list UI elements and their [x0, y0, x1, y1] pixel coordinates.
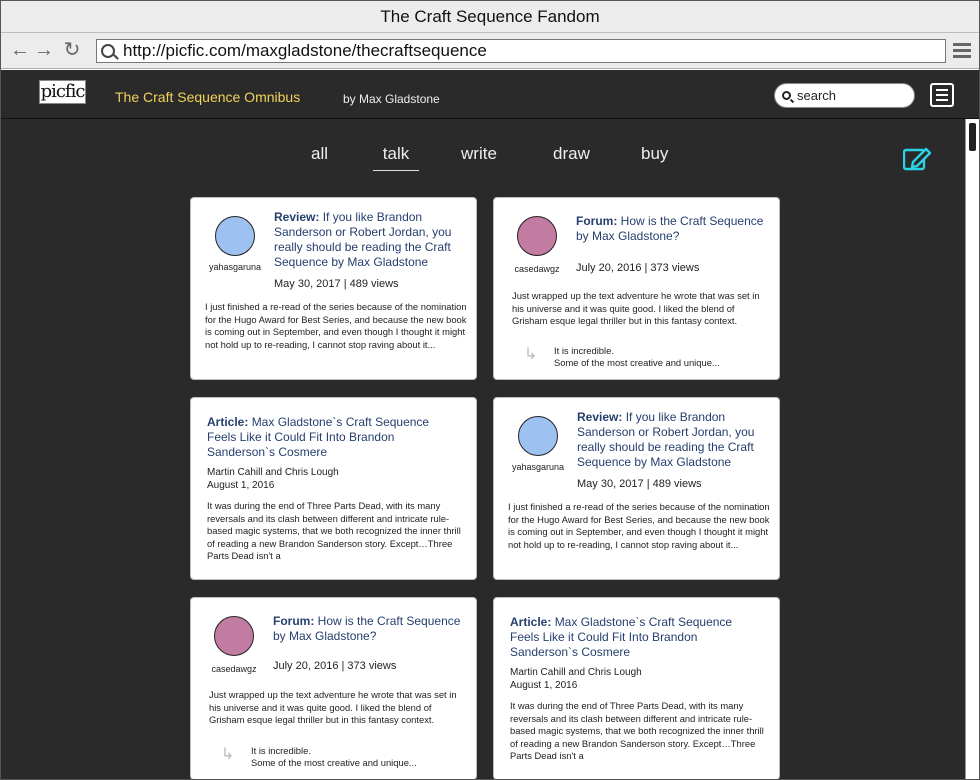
search-globe-icon: [101, 44, 115, 58]
tab-all[interactable]: all: [311, 144, 328, 164]
post-type-label: Forum:: [273, 614, 315, 628]
post-excerpt: It was during the end of Three Parts Dea…: [207, 500, 461, 562]
post-excerpt: I just finished a re-read of the series …: [205, 301, 467, 350]
avatar[interactable]: [517, 216, 557, 256]
article-authors: Martin Cahill and Chris Lough: [207, 467, 339, 478]
post-excerpt: It was during the end of Three Parts Dea…: [510, 700, 764, 762]
reply-line-1: It is incredible.: [251, 745, 311, 756]
username[interactable]: casedawgz: [199, 664, 269, 674]
post-title[interactable]: Review: If you like Brandon Sanderson or…: [577, 410, 773, 470]
post-meta: July 20, 2016 | 373 views: [576, 262, 700, 274]
avatar[interactable]: [215, 216, 255, 256]
back-arrow-icon[interactable]: ←: [9, 39, 31, 61]
post-type-label: Article:: [207, 415, 249, 429]
reply-arrow-icon: ↳: [221, 746, 235, 763]
username[interactable]: yahasgaruna: [503, 462, 573, 472]
book-author: by Max Gladstone: [343, 92, 440, 106]
tab-draw[interactable]: draw: [553, 144, 590, 164]
reply-line-2: Some of the most creative and unique...: [554, 357, 720, 369]
username[interactable]: yahasgaruna: [200, 262, 270, 272]
post-type-label: Review:: [274, 210, 320, 224]
post-meta: May 30, 2017 | 489 views: [274, 278, 399, 290]
page-scrollbar[interactable]: [965, 119, 979, 779]
post-title[interactable]: Article: Max Gladstone`s Craft Sequence …: [207, 415, 457, 460]
tab-bar: all talk write draw buy: [291, 144, 711, 176]
app-header: picfic The Craft Sequence Omnibus by Max…: [1, 70, 979, 119]
menu-icon[interactable]: [930, 83, 954, 107]
picfic-logo[interactable]: picfic: [39, 80, 86, 104]
post-meta: May 30, 2017 | 489 views: [577, 478, 702, 490]
reply-line-2: Some of the most creative and unique...: [251, 757, 417, 769]
browser-menu-icon[interactable]: [953, 43, 971, 59]
forum-card[interactable]: casedawgz Forum: How is the Craft Sequen…: [493, 197, 780, 380]
post-type-label: Review:: [577, 410, 623, 424]
post-title[interactable]: Forum: How is the Craft Sequence by Max …: [273, 614, 463, 644]
post-excerpt: Just wrapped up the text adventure he wr…: [209, 689, 457, 726]
avatar[interactable]: [518, 416, 558, 456]
article-card[interactable]: Article: Max Gladstone`s Craft Sequence …: [493, 597, 780, 779]
reply-preview[interactable]: It is incredible. Some of the most creat…: [554, 345, 720, 370]
tab-talk[interactable]: talk: [373, 144, 419, 171]
search-placeholder: search: [797, 88, 837, 103]
username[interactable]: casedawgz: [502, 264, 572, 274]
article-date: August 1, 2016: [510, 680, 578, 691]
forum-card[interactable]: casedawgz Forum: How is the Craft Sequen…: [190, 597, 477, 779]
avatar[interactable]: [214, 616, 254, 656]
search-icon: [782, 91, 791, 100]
article-date: August 1, 2016: [207, 480, 275, 491]
tab-write[interactable]: write: [461, 144, 497, 164]
window-title: The Craft Sequence Fandom: [1, 1, 979, 33]
post-meta: July 20, 2016 | 373 views: [273, 660, 397, 672]
forward-arrow-icon[interactable]: →: [33, 39, 55, 61]
reply-line-1: It is incredible.: [554, 345, 614, 356]
app-page: picfic The Craft Sequence Omnibus by Max…: [1, 70, 979, 779]
book-title[interactable]: The Craft Sequence Omnibus: [115, 89, 300, 105]
post-excerpt: I just finished a re-read of the series …: [508, 501, 770, 550]
address-bar[interactable]: http://picfic.com/maxgladstone/thecrafts…: [96, 39, 946, 63]
reply-arrow-icon: ↳: [524, 346, 538, 363]
post-title[interactable]: Review: If you like Brandon Sanderson or…: [274, 210, 470, 270]
article-authors: Martin Cahill and Chris Lough: [510, 667, 642, 678]
scrollbar-thumb[interactable]: [969, 123, 976, 151]
url-text: http://picfic.com/maxgladstone/thecrafts…: [123, 41, 487, 60]
browser-toolbar: ← → ↻ http://picfic.com/maxgladstone/the…: [1, 33, 979, 69]
article-card[interactable]: Article: Max Gladstone`s Craft Sequence …: [190, 397, 477, 580]
review-card[interactable]: yahasgaruna Review: If you like Brandon …: [493, 397, 780, 580]
reload-icon[interactable]: ↻: [61, 39, 83, 61]
browser-window: The Craft Sequence Fandom ← → ↻ http://p…: [0, 0, 980, 780]
post-excerpt: Just wrapped up the text adventure he wr…: [512, 290, 760, 327]
post-type-label: Article:: [510, 615, 552, 629]
tab-buy[interactable]: buy: [641, 144, 668, 164]
post-title[interactable]: Forum: How is the Craft Sequence by Max …: [576, 214, 766, 244]
reply-preview[interactable]: It is incredible. Some of the most creat…: [251, 745, 417, 770]
review-card[interactable]: yahasgaruna Review: If you like Brandon …: [190, 197, 477, 380]
search-input[interactable]: search: [774, 83, 915, 108]
compose-edit-icon[interactable]: [903, 147, 931, 171]
post-title[interactable]: Article: Max Gladstone`s Craft Sequence …: [510, 615, 760, 660]
post-type-label: Forum:: [576, 214, 618, 228]
